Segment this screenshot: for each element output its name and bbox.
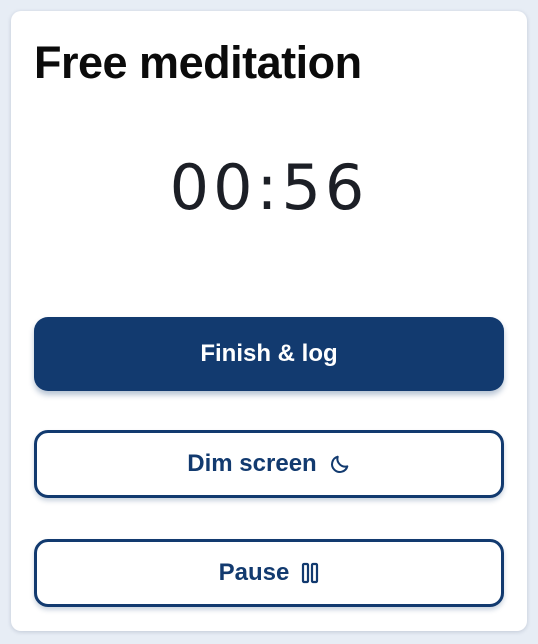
pause-label: Pause (218, 559, 290, 586)
moon-icon (329, 453, 351, 475)
finish-and-log-button[interactable]: Finish & log (34, 317, 504, 391)
finish-and-log-label: Finish & log (200, 340, 338, 367)
meditation-card: Free meditation 00:56 Finish & log Dim s… (11, 11, 527, 631)
pause-icon (301, 562, 319, 584)
pause-button[interactable]: Pause (34, 539, 504, 607)
timer-display: 00:56 (169, 151, 369, 224)
dim-screen-button[interactable]: Dim screen (34, 430, 504, 498)
dim-screen-label: Dim screen (187, 450, 317, 477)
page-title: Free meditation (34, 37, 362, 88)
